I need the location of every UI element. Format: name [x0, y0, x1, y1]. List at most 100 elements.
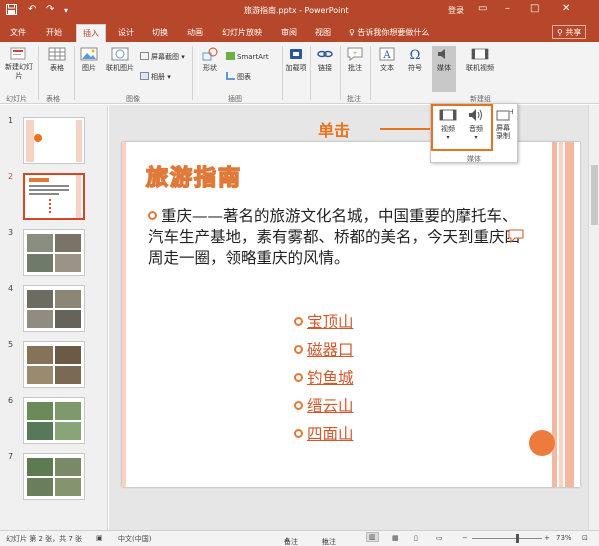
language-status[interactable]: 中文(中国)	[118, 534, 151, 544]
slide-number: 7	[8, 452, 14, 461]
online-picture-button[interactable]: 联机图片	[102, 46, 138, 73]
tab-file[interactable]: 文件	[10, 27, 26, 38]
close-icon[interactable]: ✕	[562, 3, 570, 14]
spell-check-icon[interactable]: ▣	[96, 534, 103, 542]
slide-body-text[interactable]: 重庆——著名的旅游文化名城，中国重要的摩托车、汽车生产基地，素有雾都、桥都的美名…	[148, 206, 520, 269]
ribbon-tabs: 文件 开始 插入 设计 切换 动画 幻灯片放映 审阅 视图 ♀ 告诉我你想要做什…	[0, 22, 599, 42]
media-button[interactable]: 媒体	[432, 46, 456, 92]
save-icon[interactable]	[6, 4, 17, 18]
online-picture-icon	[111, 47, 129, 61]
normal-view-icon[interactable]: ▥	[366, 532, 379, 542]
slide-thumbnail-4[interactable]	[23, 285, 85, 332]
chart-icon	[226, 72, 235, 80]
place-link[interactable]: 四面山	[294, 420, 354, 448]
group-label-tables: 表格	[46, 95, 60, 103]
group-label-illustrations: 插图	[228, 95, 242, 103]
tab-insert[interactable]: 插入	[76, 24, 106, 42]
bullet-icon	[294, 401, 303, 410]
place-link[interactable]: 宝顶山	[294, 308, 354, 336]
ribbon-options-icon[interactable]: ▭	[478, 3, 487, 14]
place-link[interactable]: 磁器口	[294, 336, 354, 364]
media-group-label: 媒体	[467, 155, 481, 163]
album-button[interactable]: 相册 ▾	[140, 72, 171, 82]
bullet-icon	[294, 429, 303, 438]
minimize-icon[interactable]: –	[505, 3, 510, 14]
new-slide-icon	[10, 47, 26, 60]
svg-text:+: +	[352, 50, 357, 57]
tab-design[interactable]: 设计	[118, 27, 134, 38]
comment-marker-icon[interactable]	[508, 229, 524, 245]
link-button[interactable]: 链接	[314, 46, 336, 73]
slide-title[interactable]: 旅游指南	[145, 160, 242, 192]
undo-icon[interactable]: ↶	[28, 4, 36, 15]
group-label-comments: 批注	[347, 95, 361, 103]
tab-view[interactable]: 视图	[315, 27, 331, 38]
slide-number: 4	[8, 284, 14, 293]
place-link[interactable]: 缙云山	[294, 392, 354, 420]
place-link[interactable]: 钓鱼城	[294, 364, 354, 392]
slide-thumbnail-7[interactable]	[23, 453, 85, 500]
tab-animations[interactable]: 动画	[187, 27, 203, 38]
quick-access-customize-icon[interactable]: ▾	[64, 6, 68, 15]
screenshot-icon	[140, 52, 149, 60]
zoom-out-button[interactable]: −	[462, 534, 468, 542]
slide-number: 2	[8, 172, 14, 181]
zoom-level[interactable]: 73%	[556, 534, 572, 542]
addins-button[interactable]: 加载项	[285, 46, 307, 73]
shapes-button[interactable]: 形状	[198, 46, 222, 73]
slideshow-view-icon[interactable]: ▭	[436, 534, 443, 542]
decorative-circle	[529, 430, 555, 456]
window-title: 旅游指南.pptx - PowerPoint	[244, 6, 349, 15]
screen-record-button[interactable]: + 屏幕录制	[493, 107, 515, 140]
symbol-button[interactable]: Ω 符号	[404, 46, 426, 73]
text-icon: A	[379, 47, 395, 61]
slide-sorter-icon[interactable]: ▦	[392, 534, 399, 542]
text-button[interactable]: A 文本	[376, 46, 398, 73]
tab-review[interactable]: 审阅	[281, 27, 297, 38]
slide-thumbnail-1[interactable]	[23, 117, 85, 164]
svg-text:+: +	[509, 107, 513, 116]
redo-icon[interactable]: ↷	[46, 4, 54, 15]
online-video-button[interactable]: 联机视频	[462, 46, 498, 73]
svg-text:A: A	[382, 50, 391, 61]
reading-view-icon[interactable]: ▯	[414, 534, 418, 542]
screen-record-icon: +	[496, 107, 513, 121]
click-callout-label: 单击	[318, 121, 351, 140]
omega-icon: Ω	[410, 48, 421, 62]
vertical-scrollbar[interactable]	[588, 105, 599, 530]
ribbon: 新建幻灯片 表格 图片 联机图片 屏幕截图 ▾ 相册 ▾ 形状 SmartArt…	[0, 42, 599, 104]
table-button[interactable]: 表格	[44, 46, 70, 73]
slide-count-status: 幻灯片 第 2 张，共 7 张	[6, 535, 83, 543]
login-link[interactable]: 登录	[448, 5, 464, 16]
tab-transitions[interactable]: 切换	[152, 27, 168, 38]
zoom-in-button[interactable]: +	[544, 534, 550, 542]
current-slide[interactable]: 旅游指南 重庆——著名的旅游文化名城，中国重要的摩托车、汽车生产基地，素有雾都、…	[122, 142, 580, 487]
zoom-slider-thumb[interactable]	[516, 534, 519, 543]
share-button[interactable]: ⚲ 共享	[552, 25, 587, 39]
new-slide-button[interactable]: 新建幻灯片	[4, 46, 34, 81]
tab-slideshow[interactable]: 幻灯片放映	[222, 27, 262, 38]
decorative-stripe	[565, 142, 574, 487]
zoom-slider[interactable]	[472, 538, 542, 539]
place-list: 宝顶山 磁器口 钓鱼城 缙云山 四面山	[294, 308, 354, 448]
tell-me-box[interactable]: ♀ 告诉我你想要做什么	[349, 27, 429, 38]
slide-thumbnail-5[interactable]	[23, 341, 85, 388]
svg-text:Ω: Ω	[410, 48, 421, 62]
decorative-stripe	[122, 142, 126, 487]
slide-thumbnail-3[interactable]	[23, 229, 85, 276]
bullet-icon	[294, 317, 303, 326]
picture-button[interactable]: 图片	[78, 46, 100, 73]
group-label-slides: 幻灯片	[6, 95, 27, 103]
tab-home[interactable]: 开始	[46, 27, 62, 38]
fit-to-window-icon[interactable]: ⊡	[582, 534, 588, 542]
maximize-icon[interactable]: □	[530, 3, 539, 14]
decorative-stripe	[559, 142, 563, 487]
chart-button[interactable]: 图表	[226, 72, 251, 82]
slide-thumbnail-2[interactable]	[23, 173, 85, 220]
comment-icon: +	[347, 47, 363, 61]
smartart-button[interactable]: SmartArt	[226, 52, 269, 61]
slide-thumbnail-6[interactable]	[23, 397, 85, 444]
screenshot-button[interactable]: 屏幕截图 ▾	[140, 52, 185, 62]
title-bar: ↶ ↷ ▾ 旅游指南.pptx - PowerPoint 登录 ▭ – □ ✕	[0, 0, 599, 22]
comment-button[interactable]: + 批注	[344, 46, 366, 73]
